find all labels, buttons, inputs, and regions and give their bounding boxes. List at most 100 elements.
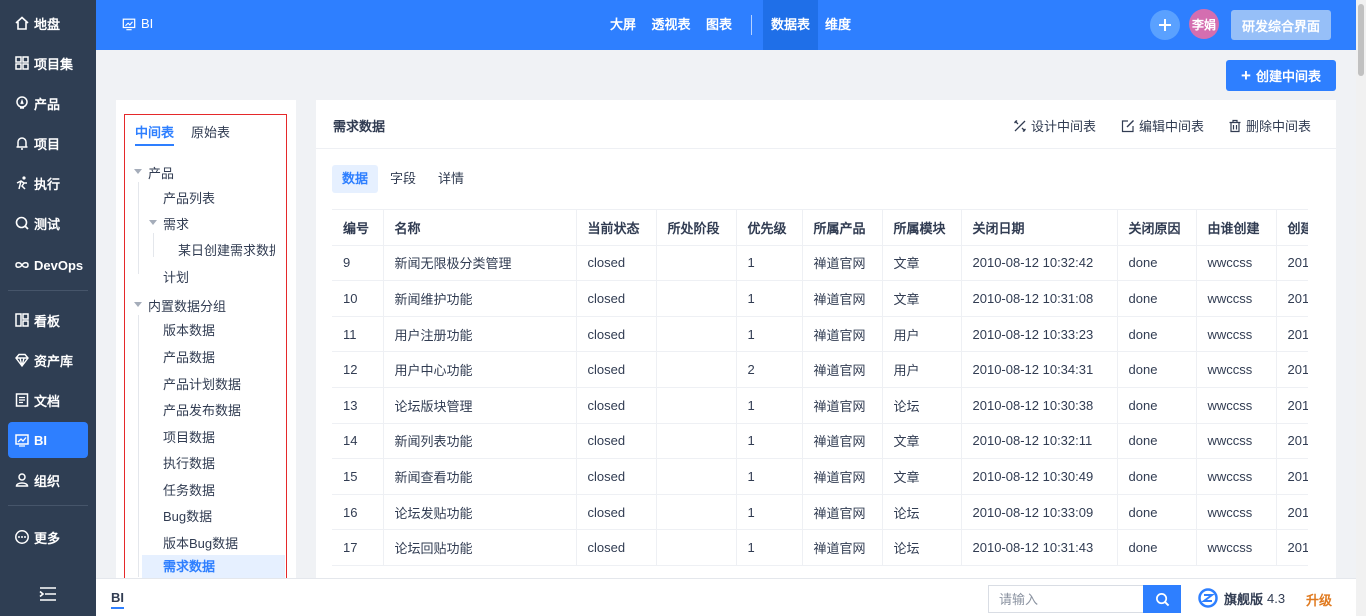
app-title[interactable]: BI — [122, 16, 153, 31]
tree-item-story-daily[interactable]: 某日创建需求数据 — [178, 240, 275, 259]
tree-item-product-release[interactable]: 产品发布数据 — [163, 400, 241, 419]
column-header[interactable]: 编号 — [332, 209, 384, 246]
table-cell: wwccss — [1196, 494, 1277, 531]
column-header[interactable]: 关闭日期 — [961, 209, 1118, 246]
tree-item-version-bug[interactable]: 版本Bug数据 — [163, 533, 238, 552]
create-intermediate-table-button[interactable]: + 创建中间表 — [1226, 60, 1336, 91]
upgrade-link[interactable]: 升级 — [1306, 590, 1332, 609]
tab-intermediate-table[interactable]: 中间表 — [135, 122, 175, 146]
page-scrollbar[interactable] — [1356, 0, 1366, 616]
edit-table-button[interactable]: 编辑中间表 — [1121, 116, 1204, 135]
column-header[interactable]: 当前状态 — [576, 209, 657, 246]
tree-item-bug[interactable]: Bug数据 — [163, 506, 212, 525]
nav-item-dashboard[interactable]: 地盘 — [8, 5, 88, 41]
tree-item-product-plan[interactable]: 产品计划数据 — [163, 374, 241, 393]
caret-down-icon[interactable] — [149, 220, 157, 225]
column-header[interactable]: 所属产品 — [802, 209, 883, 246]
table-row[interactable]: 13 论坛版块管理 closed 1 禅道官网 论坛 2010-08-12 10:30:38… — [332, 387, 1308, 424]
nav-item-kanban[interactable]: 看板 — [8, 302, 88, 338]
nav-item-assets[interactable]: 资产库 — [8, 342, 88, 378]
nav-item-bi[interactable]: BI — [8, 422, 88, 458]
table-cell: 2010-08-12 10:31:43 — [961, 529, 1118, 566]
subtab-details[interactable]: 详情 — [428, 165, 474, 193]
table-cell: done — [1117, 423, 1197, 460]
table-cell: done — [1117, 280, 1197, 317]
table-cell: 2010-08-12 10:34:31 — [961, 351, 1118, 388]
edit-icon — [1121, 119, 1134, 132]
table-cell — [656, 316, 737, 353]
table-row[interactable]: 14 新闻列表功能 closed 1 禅道官网 文章 2010-08-12 10:32:11… — [332, 423, 1308, 460]
table-cell: 论坛发贴功能 — [383, 494, 577, 531]
nav-item-label: 产品 — [34, 96, 61, 112]
nav-item-program[interactable]: 项目集 — [8, 45, 88, 81]
column-header[interactable]: 所处阶段 — [656, 209, 737, 246]
menu-collapse-icon[interactable] — [38, 585, 58, 603]
tree-group-story[interactable]: 需求 — [163, 214, 189, 233]
column-header[interactable]: 由谁创建 — [1196, 209, 1277, 246]
plus-icon — [1159, 19, 1171, 31]
column-header[interactable]: 所属模块 — [882, 209, 962, 246]
table-cell — [656, 387, 737, 424]
search-button[interactable] — [1143, 585, 1181, 613]
subtab-fields[interactable]: 字段 — [380, 165, 426, 193]
delete-table-button[interactable]: 删除中间表 — [1228, 116, 1311, 135]
tab-chart[interactable]: 图表 — [701, 0, 737, 50]
nav-item-product[interactable]: 产品 — [8, 85, 88, 121]
subtab-data[interactable]: 数据 — [332, 165, 379, 193]
table-cell: 16 — [332, 494, 384, 531]
nav-item-doc[interactable]: 文档 — [8, 382, 88, 418]
breadcrumb[interactable]: BI — [111, 590, 124, 609]
table-cell: 2010 — [1276, 458, 1308, 495]
nav-item-test[interactable]: 测试 — [8, 205, 88, 241]
tree-item-version[interactable]: 版本数据 — [163, 320, 215, 339]
quick-add-button[interactable] — [1150, 10, 1180, 40]
tree-item-plan[interactable]: 计划 — [163, 267, 189, 286]
table-cell — [656, 458, 737, 495]
nav-item-label: 项目 — [34, 136, 61, 152]
workspace-switch-button[interactable]: 研发综合界面 — [1231, 10, 1331, 40]
caret-down-icon[interactable] — [134, 302, 142, 307]
table-row[interactable]: 9 新闻无限极分类管理 closed 1 禅道官网 文章 2010-08-12 10:32:… — [332, 245, 1308, 282]
tree-item-product-list[interactable]: 产品列表 — [163, 188, 215, 207]
tab-dimension[interactable]: 维度 — [820, 0, 856, 50]
bell-icon — [16, 137, 28, 150]
column-header[interactable]: 名称 — [383, 209, 577, 246]
tree-item-execution[interactable]: 执行数据 — [163, 453, 215, 472]
caret-down-icon[interactable] — [134, 169, 142, 174]
nav-item-execution[interactable]: 执行 — [8, 165, 88, 201]
column-header[interactable]: 创建 — [1276, 209, 1308, 246]
tab-screen[interactable]: 大屏 — [605, 0, 641, 50]
nav-item-devops[interactable]: DevOps — [8, 247, 88, 283]
table-cell: 15 — [332, 458, 384, 495]
column-header[interactable]: 关闭原因 — [1117, 209, 1197, 246]
nav-divider — [8, 505, 88, 506]
tree-item-task[interactable]: 任务数据 — [163, 480, 215, 499]
design-table-button[interactable]: 设计中间表 — [1013, 116, 1096, 135]
tab-pivot[interactable]: 透视表 — [647, 0, 695, 50]
tree-item-product-data[interactable]: 产品数据 — [163, 347, 215, 366]
table-row[interactable]: 17 论坛回贴功能 closed 1 禅道官网 论坛 2010-08-12 10:31:43… — [332, 529, 1308, 566]
tab-datatable[interactable]: 数据表 — [763, 0, 818, 50]
table-row[interactable]: 10 新闻维护功能 closed 1 禅道官网 文章 2010-08-12 10:31:08… — [332, 280, 1308, 317]
scrollbar-thumb[interactable] — [1358, 4, 1364, 76]
infinity-icon — [15, 262, 29, 268]
table-row[interactable]: 12 用户中心功能 closed 2 禅道官网 用户 2010-08-12 10:34:31… — [332, 351, 1308, 388]
table-cell: 2010 — [1276, 494, 1308, 531]
table-row[interactable]: 16 论坛发贴功能 closed 1 禅道官网 论坛 2010-08-12 10:33:09… — [332, 494, 1308, 531]
table-row[interactable]: 11 用户注册功能 closed 1 禅道官网 用户 2010-08-12 10:33:23… — [332, 316, 1308, 353]
column-header[interactable]: 优先级 — [736, 209, 803, 246]
nav-item-org[interactable]: 组织 — [8, 462, 88, 498]
user-avatar[interactable]: 李娟 — [1189, 9, 1219, 39]
search-input[interactable] — [988, 585, 1143, 613]
nav-item-more[interactable]: 更多 — [8, 519, 88, 555]
data-table-container[interactable]: 编号 名称 当前状态 所处阶段 优先级 所属产品 所属模块 关闭日期 关闭原因 … — [332, 209, 1308, 578]
tree-group-builtin[interactable]: 内置数据分组 — [148, 296, 226, 315]
tree-item-project[interactable]: 项目数据 — [163, 427, 215, 446]
table-cell: 禅道官网 — [802, 529, 883, 566]
nav-item-project[interactable]: 项目 — [8, 125, 88, 161]
tab-raw-table[interactable]: 原始表 — [191, 122, 230, 141]
table-cell — [656, 494, 737, 531]
tree-item-story-data[interactable]: 需求数据 — [142, 555, 285, 578]
tree-group-product[interactable]: 产品 — [148, 163, 174, 182]
table-row[interactable]: 15 新闻查看功能 closed 1 禅道官网 文章 2010-08-12 10:30:49… — [332, 458, 1308, 495]
